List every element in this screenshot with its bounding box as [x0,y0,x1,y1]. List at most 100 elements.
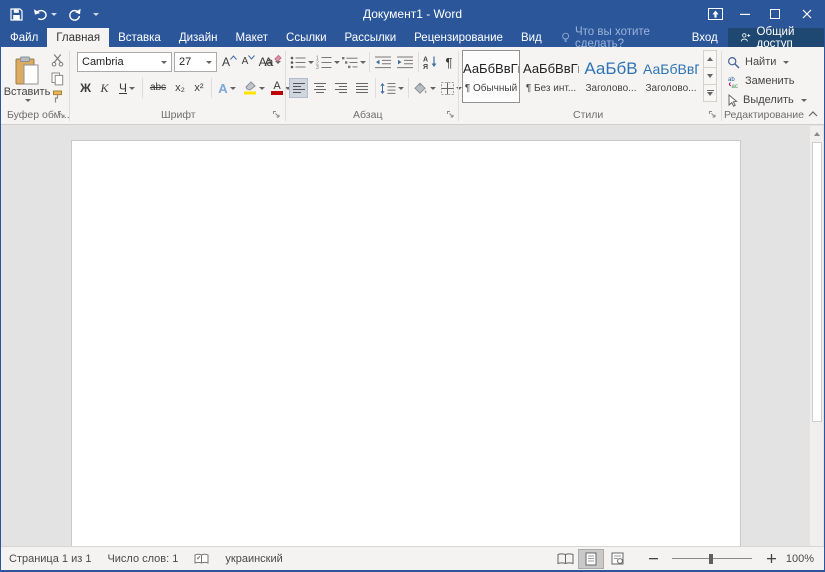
language-indicator[interactable]: украинский [217,547,290,570]
align-right-button[interactable] [331,78,350,98]
word-count[interactable]: Число слов: 1 [99,547,186,570]
status-bar: Страница 1 из 1 Число слов: 1 украинский [1,546,824,572]
subscript-button[interactable]: x₂ [171,78,189,98]
zoom-slider[interactable] [672,553,752,565]
scissors-icon [51,53,64,67]
borders-button[interactable] [438,78,464,98]
format-painter-icon [51,90,64,104]
styles-scroll-up-button[interactable] [703,50,717,68]
line-spacing-button[interactable] [379,78,405,98]
tab-insert[interactable]: Вставка [109,28,170,47]
zoom-in-button[interactable] [758,549,784,569]
font-dialog-launcher[interactable] [272,110,282,120]
vertical-scrollbar[interactable] [810,126,823,546]
underline-button[interactable]: Ч [115,78,139,98]
styles-scroll-down-button[interactable] [703,67,717,85]
zoom-level-button[interactable]: 100% [784,553,824,565]
superscript-button[interactable]: x² [190,78,208,98]
increase-indent-button[interactable] [395,52,415,72]
strikethrough-button[interactable]: abc [146,78,170,98]
page-indicator[interactable]: Страница 1 из 1 [1,547,99,570]
select-button[interactable]: Выделить [727,92,807,108]
tab-layout[interactable]: Макет [226,28,277,47]
font-color-icon: А [271,81,283,95]
paste-button[interactable]: Вставить [6,51,48,107]
sort-button[interactable]: АЯ [421,52,440,72]
cut-button[interactable] [49,52,66,68]
clipboard-dialog-launcher[interactable] [57,110,67,120]
read-mode-icon [557,553,574,565]
ribbon-display-options-button[interactable] [700,0,730,28]
multilevel-dropdown-icon [360,61,366,64]
align-left-button[interactable] [289,78,308,98]
plus-icon [767,554,776,563]
style-heading2[interactable]: АаБбВвГ Заголово... [642,50,700,103]
tab-references[interactable]: Ссылки [277,28,336,47]
format-painter-button[interactable] [49,89,66,105]
zoom-slider-thumb[interactable] [709,554,713,564]
scrollbar-up-button[interactable] [810,127,823,140]
bold-button[interactable]: Ж [77,78,94,98]
share-button[interactable]: Общий доступ [728,28,824,47]
find-button[interactable]: Найти [727,54,789,70]
copy-button[interactable] [49,71,66,87]
language-text: украинский [225,553,282,565]
tab-mailings[interactable]: Рассылки [336,28,406,47]
replace-button[interactable]: abac Заменить [727,73,794,89]
collapse-ribbon-button[interactable] [805,108,821,120]
italic-button[interactable]: К [96,78,113,98]
clear-formatting-button[interactable]: А [263,53,283,71]
dialog-launcher-icon [446,110,455,119]
shrink-font-button[interactable]: А [240,52,257,72]
document-page[interactable] [71,140,741,546]
close-button[interactable] [790,0,824,28]
share-label: Общий доступ [757,26,812,50]
text-effects-button[interactable]: А [215,78,239,98]
minimize-button[interactable] [730,0,760,28]
tab-review[interactable]: Рецензирование [405,28,512,47]
font-group-label: Шрифт [161,109,196,121]
tab-home[interactable]: Главная [47,28,109,47]
read-mode-button[interactable] [552,549,578,569]
maximize-icon [770,9,780,19]
align-center-button[interactable] [310,78,329,98]
style-normal[interactable]: АаБбВвГг, ¶ Обычный [462,50,520,103]
zoom-out-button[interactable] [640,549,666,569]
find-magnifier-icon [727,56,740,69]
bullets-dropdown-icon [308,61,314,64]
numbering-button[interactable]: 123 [316,52,340,72]
tab-file[interactable]: Файл [1,28,47,47]
web-layout-button[interactable] [604,549,630,569]
paragraph-dialog-launcher[interactable] [446,110,456,120]
bullets-button[interactable] [290,52,314,72]
share-person-icon [740,31,751,44]
sign-in-button[interactable]: Вход [682,28,728,47]
font-name-combobox[interactable]: Cambria [77,52,172,72]
maximize-button[interactable] [760,0,790,28]
paste-label: Вставить [4,86,51,98]
highlight-color-button[interactable] [241,78,267,98]
styles-dialog-launcher[interactable] [708,110,718,120]
font-size-combobox[interactable]: 27 [174,52,217,72]
svg-text:А: А [423,57,428,64]
tab-design[interactable]: Дизайн [170,28,227,47]
proofing-status[interactable] [186,547,217,570]
style-heading1[interactable]: АаБбВ Заголово... [582,50,640,103]
multilevel-list-button[interactable] [342,52,366,72]
select-dropdown-icon [801,99,807,102]
show-formatting-marks-button[interactable]: ¶ [441,52,457,72]
shading-button[interactable] [411,78,437,98]
print-layout-button[interactable] [578,549,604,569]
strikethrough-letters: abc [150,83,166,93]
word-count-text: Число слов: 1 [107,553,178,565]
decrease-indent-button[interactable] [373,52,393,72]
grow-font-button[interactable]: А [221,52,238,72]
styles-more-button[interactable] [703,84,717,102]
scrollbar-thumb[interactable] [812,142,822,422]
style-no-spacing[interactable]: АаБбВвГг, ¶ Без инт... [522,50,580,103]
tell-me-box[interactable]: Что вы хотите сделать? [561,28,682,47]
paste-dropdown-icon[interactable] [25,99,31,102]
justify-button[interactable] [352,78,371,98]
select-cursor-icon [727,94,738,107]
tab-view[interactable]: Вид [512,28,551,47]
